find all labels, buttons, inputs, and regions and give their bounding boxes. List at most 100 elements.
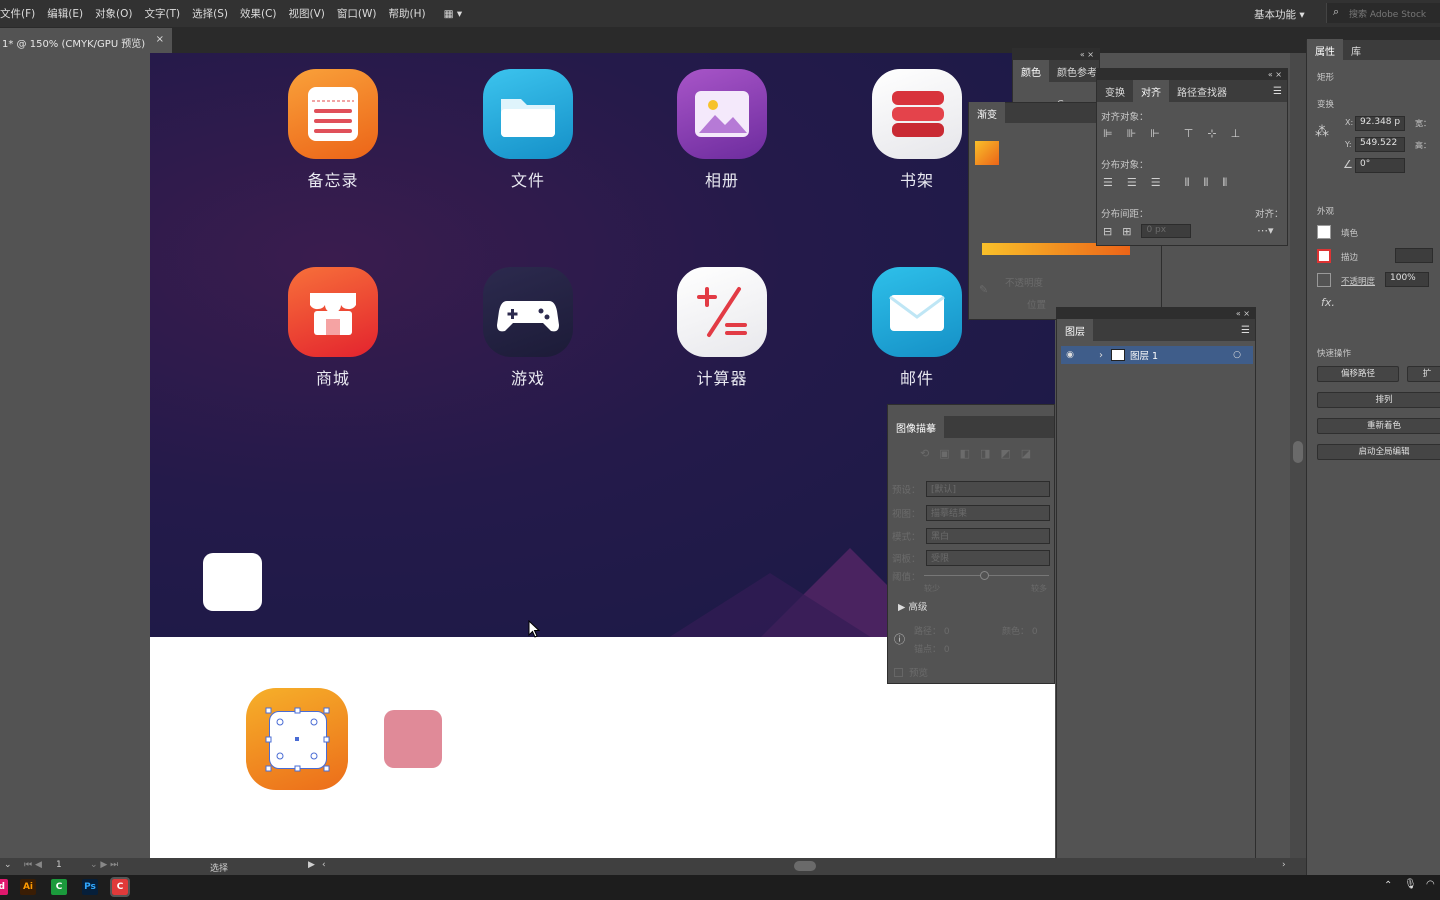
align-to-selection-icon[interactable]: ⋯▾	[1257, 224, 1274, 237]
trace-preset-icons[interactable]: ⟲▣◧◨◩◪	[920, 447, 1041, 460]
layer-name[interactable]: 图层 1	[1130, 348, 1158, 362]
arrange-documents-icon[interactable]: ▦ ▾	[438, 8, 469, 20]
mic-icon[interactable]: 🎙	[1404, 879, 1417, 890]
dist-top-icon[interactable]: ☰	[1103, 176, 1113, 190]
tab-gradient[interactable]: 渐变	[969, 102, 1005, 124]
app-mail[interactable]: 邮件	[871, 267, 963, 389]
dist-hcenter-icon[interactable]: ⦀	[1203, 176, 1208, 190]
illustrator-icon[interactable]: Ai	[20, 879, 36, 895]
offset-path-button[interactable]: 偏移路径	[1317, 366, 1399, 382]
menu-window[interactable]: 窗口(W)	[331, 6, 383, 21]
dist-bottom-icon[interactable]: ☰	[1151, 176, 1161, 190]
workspace-switcher[interactable]: 基本功能 ▾	[1254, 7, 1305, 22]
target-icon[interactable]: ○	[1233, 350, 1253, 360]
app-photos[interactable]: 相册	[676, 69, 768, 191]
arrange-button[interactable]: 排列	[1317, 392, 1440, 408]
eyedropper-icon[interactable]: ✎	[979, 283, 988, 296]
tab-layers[interactable]: 图层	[1057, 319, 1093, 341]
scroll-left-icon[interactable]: ‹	[322, 860, 326, 870]
trace-view-select[interactable]: 描摹结果	[926, 505, 1050, 521]
x-input[interactable]: 92.348 p	[1355, 116, 1405, 131]
app-notes[interactable]: 备忘录	[287, 69, 379, 191]
dist-vcenter-icon[interactable]: ☰	[1127, 176, 1137, 190]
document-tab[interactable]: 1* @ 150% (CMYK/GPU 预览) ×	[0, 28, 172, 53]
app-shop[interactable]: 商城	[287, 267, 379, 389]
tab-image-trace[interactable]: 图像描摹	[888, 416, 944, 438]
reference-point-icon[interactable]: ⁂	[1315, 124, 1329, 140]
tab-color[interactable]: 颜色	[1013, 60, 1049, 82]
status-menu-icon[interactable]: ▶	[308, 860, 315, 870]
global-edit-button[interactable]: 启动全局编辑	[1317, 444, 1440, 460]
opacity-input[interactable]: 100%	[1385, 272, 1429, 287]
page-nav-icons[interactable]: ⏮ ◀	[24, 860, 42, 870]
threshold-slider[interactable]	[924, 571, 1049, 580]
zoom-dropdown-icon[interactable]: ⌄	[4, 860, 12, 870]
eye-icon[interactable]: ◉	[1061, 350, 1079, 360]
menu-edit[interactable]: 编辑(E)	[41, 6, 89, 21]
page-number[interactable]: 1	[56, 860, 62, 870]
spacing-input[interactable]: 0 px	[1141, 224, 1192, 238]
scroll-right-icon[interactable]: ›	[1282, 860, 1286, 870]
app-files[interactable]: 文件	[482, 69, 574, 191]
app-calculator[interactable]: 计算器	[676, 267, 768, 389]
canvas-vertical-scrollbar[interactable]	[1290, 53, 1306, 858]
align-vcenter-icon[interactable]: ⊹	[1207, 127, 1216, 140]
align-left-icon[interactable]: ⊫	[1103, 127, 1113, 140]
stroke-weight-input[interactable]	[1395, 248, 1433, 263]
app-bookshelf[interactable]: 书架	[871, 69, 963, 191]
trace-palette-select[interactable]: 受限	[926, 550, 1050, 566]
align-right-icon[interactable]: ⊩	[1150, 127, 1160, 140]
dist-right-icon[interactable]: ⦀	[1222, 176, 1227, 190]
menu-effect[interactable]: 效果(C)	[234, 6, 283, 21]
preview-checkbox[interactable]: 预览	[894, 665, 928, 679]
dist-space-v-icon[interactable]: ⊟	[1103, 225, 1112, 238]
align-top-icon[interactable]: ⊤	[1184, 127, 1194, 140]
app-red-icon[interactable]: C	[110, 877, 130, 897]
fx-icon[interactable]: fx.	[1321, 296, 1335, 309]
indesign-icon[interactable]: Id	[0, 879, 8, 895]
close-icon[interactable]: ×	[156, 34, 164, 45]
dist-left-icon[interactable]: ⦀	[1185, 176, 1190, 190]
menu-select[interactable]: 选择(S)	[186, 6, 234, 21]
menu-object[interactable]: 对象(O)	[89, 6, 138, 21]
angle-input[interactable]: 0°	[1355, 158, 1405, 173]
orange-icon-base[interactable]	[246, 688, 348, 790]
align-hcenter-icon[interactable]: ⊪	[1127, 127, 1137, 140]
trace-mode-select[interactable]: 黑白	[926, 528, 1050, 544]
app-green-icon[interactable]: C	[51, 879, 67, 895]
network-icon[interactable]: ◠	[1426, 879, 1435, 890]
stock-search[interactable]: ⌕ 搜索 Adobe Stock	[1326, 3, 1440, 23]
tab-pathfinder[interactable]: 路径查找器	[1169, 80, 1235, 102]
tab-transform[interactable]: 变换	[1097, 80, 1133, 102]
menu-type[interactable]: 文字(T)	[139, 6, 187, 21]
advanced-toggle[interactable]: ▶ 高级	[898, 599, 927, 613]
align-bottom-icon[interactable]: ⊥	[1231, 127, 1241, 140]
gradient-swatch[interactable]	[975, 141, 999, 165]
app-games[interactable]: 游戏	[482, 267, 574, 389]
fill-swatch[interactable]	[1317, 225, 1331, 239]
chevron-right-icon[interactable]: ›	[1099, 350, 1103, 361]
pink-rounded-rect[interactable]	[384, 710, 442, 768]
slider-thumb[interactable]	[980, 571, 989, 580]
tray-up-icon[interactable]: ⌃	[1384, 880, 1392, 891]
tab-align[interactable]: 对齐	[1133, 80, 1169, 102]
menu-help[interactable]: 帮助(H)	[383, 6, 432, 21]
scroll-thumb[interactable]	[1293, 441, 1303, 463]
photoshop-icon[interactable]: Ps	[82, 879, 98, 895]
y-input[interactable]: 549.522	[1355, 137, 1405, 152]
white-rounded-rect[interactable]	[203, 553, 262, 611]
recolor-button[interactable]: 重新着色	[1317, 418, 1440, 434]
page-nav-next-icons[interactable]: ⌄ ▶ ⏭	[90, 860, 118, 870]
menu-view[interactable]: 视图(V)	[283, 6, 331, 21]
trace-preset-select[interactable]: [默认]	[926, 481, 1050, 497]
horizontal-scroll-thumb[interactable]	[794, 861, 816, 871]
tab-libraries[interactable]: 库	[1343, 39, 1369, 61]
stroke-swatch[interactable]	[1317, 249, 1331, 263]
tab-properties[interactable]: 属性	[1307, 39, 1343, 61]
layer-row[interactable]: ◉ › 图层 1 ○	[1061, 346, 1253, 364]
opacity-label[interactable]: 不透明度	[1341, 275, 1375, 287]
menu-file[interactable]: 文件(F)	[0, 6, 41, 21]
panel-menu-icon[interactable]: ☰	[1241, 325, 1255, 336]
panel-menu-icon[interactable]: ☰	[1273, 86, 1287, 97]
search-input[interactable]: 搜索 Adobe Stock	[1349, 7, 1426, 20]
